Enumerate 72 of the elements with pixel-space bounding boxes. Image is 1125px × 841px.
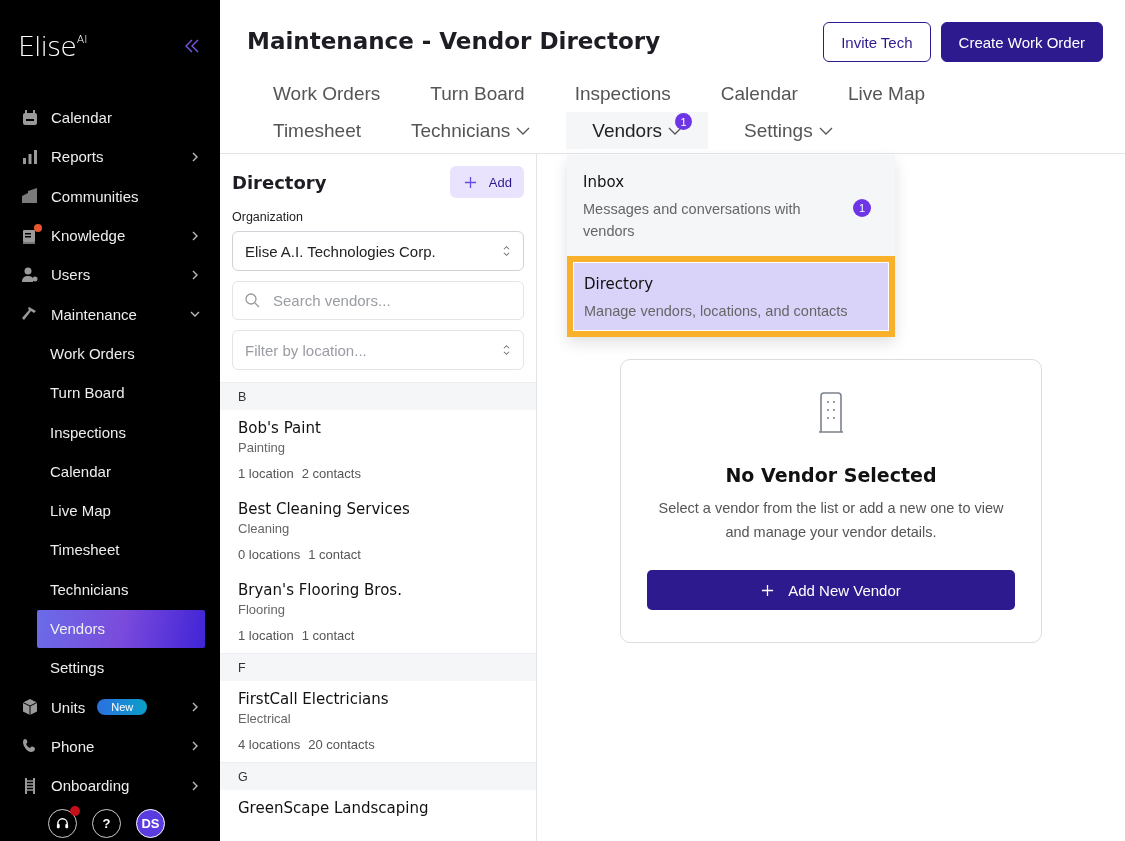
nav-tab[interactable]: Inspections (560, 75, 685, 112)
contact-count: 2 contacts (301, 466, 361, 481)
secondary-button[interactable]: Invite Tech (823, 22, 931, 62)
nav-subitem[interactable]: Vendors (37, 609, 205, 648)
nav-item[interactable]: Knowledge (51, 227, 126, 245)
support-button[interactable] (48, 809, 77, 839)
page-title: Maintenance - Vendor Directory (247, 28, 661, 54)
nav-subitem[interactable]: Turn Board (37, 373, 205, 412)
contact-count: 20 contacts (308, 737, 375, 752)
chevron-down-icon (818, 125, 833, 136)
vendor-category: Cleaning (238, 521, 291, 536)
nav-tab[interactable]: Live Map (833, 75, 940, 112)
user-avatar[interactable]: DS (136, 809, 165, 839)
nav-item[interactable]: Users (51, 266, 91, 284)
vendor-category: Painting (238, 440, 286, 455)
vendor-name[interactable]: Bryan's Flooring Bros. (238, 581, 518, 599)
vendor-name[interactable]: GreenScape Landscaping (238, 799, 518, 817)
help-button[interactable]: ? (92, 809, 121, 839)
nav-subitem[interactable]: Settings (37, 648, 205, 687)
count-badge: 1 (675, 113, 692, 130)
nav-tab[interactable]: Work Orders (259, 75, 395, 112)
nav-item[interactable]: Reports (51, 148, 104, 166)
group-letter: B (220, 382, 536, 410)
add-vendor-button[interactable]: Add New Vendor (647, 570, 1015, 610)
primary-button[interactable]: Create Work Order (940, 22, 1103, 62)
empty-state-title: No Vendor Selected (725, 464, 937, 486)
nav-tab[interactable]: Settings (730, 112, 847, 149)
chevron-down-icon (516, 125, 531, 136)
location-count: 1 location (238, 466, 294, 481)
nav-item[interactable]: Calendar (51, 109, 112, 127)
nav-subitem[interactable]: Timesheet (37, 530, 205, 569)
empty-state-message: Select a vendor from the list or add a new one to view and manage your vendor details. (657, 499, 1005, 542)
nav-item[interactable]: Phone (51, 737, 95, 755)
vendor-name[interactable]: FirstCall Electricians (238, 690, 518, 708)
menu-item[interactable]: Inbox Messages and conversations with vendors 1 (567, 155, 895, 256)
new-badge: New (97, 699, 148, 716)
nav-tab[interactable]: Turn Board (416, 75, 539, 112)
panel-title: Directory (232, 171, 327, 193)
vendor-name[interactable]: Best Cleaning Services (238, 500, 518, 518)
add-button[interactable]: Add (449, 166, 524, 198)
count-badge: 1 (853, 198, 871, 217)
nav-tab[interactable]: Timesheet (259, 112, 375, 149)
nav-item[interactable]: Maintenance (51, 305, 137, 323)
location-count: 1 location (238, 628, 294, 643)
nav-tab[interactable]: Calendar (706, 75, 812, 112)
nav-subitem[interactable]: Work Orders (37, 334, 205, 373)
group-letter: G (220, 762, 536, 790)
search-field[interactable]: Search vendors... (232, 281, 524, 320)
up-down-chevron-icon (502, 244, 511, 258)
vendor-category: Electrical (238, 711, 292, 726)
collapse-icon[interactable] (184, 38, 200, 54)
group-letter: F (220, 653, 536, 681)
organization-select[interactable]: Elise A.I. Technologies Corp. (232, 231, 524, 271)
nav-subitem[interactable]: Inspections (37, 413, 205, 451)
nav-item[interactable]: Communities (51, 187, 139, 205)
plus-icon (463, 175, 477, 189)
field-label: Organization (232, 210, 304, 224)
contact-count: 1 contact (308, 547, 361, 562)
location-count: 0 locations (238, 547, 301, 562)
plus-icon (761, 583, 775, 597)
nav-tab[interactable]: Vendors 1 (566, 112, 708, 149)
nav-subitem[interactable]: Technicians (37, 570, 205, 609)
nav-subitem[interactable]: Calendar (37, 452, 205, 491)
up-down-chevron-icon (502, 343, 511, 357)
contact-count: 1 contact (301, 628, 355, 643)
vendor-name[interactable]: Bob's Paint (238, 419, 518, 437)
nav-subitem[interactable]: Live Map (37, 491, 205, 530)
nav-item[interactable]: Units (51, 698, 86, 716)
location-count: 4 locations (238, 737, 301, 752)
nav-tab[interactable]: Technicians (397, 112, 545, 149)
vendor-category: Flooring (238, 602, 286, 617)
nav-item[interactable]: Onboarding (51, 777, 130, 795)
